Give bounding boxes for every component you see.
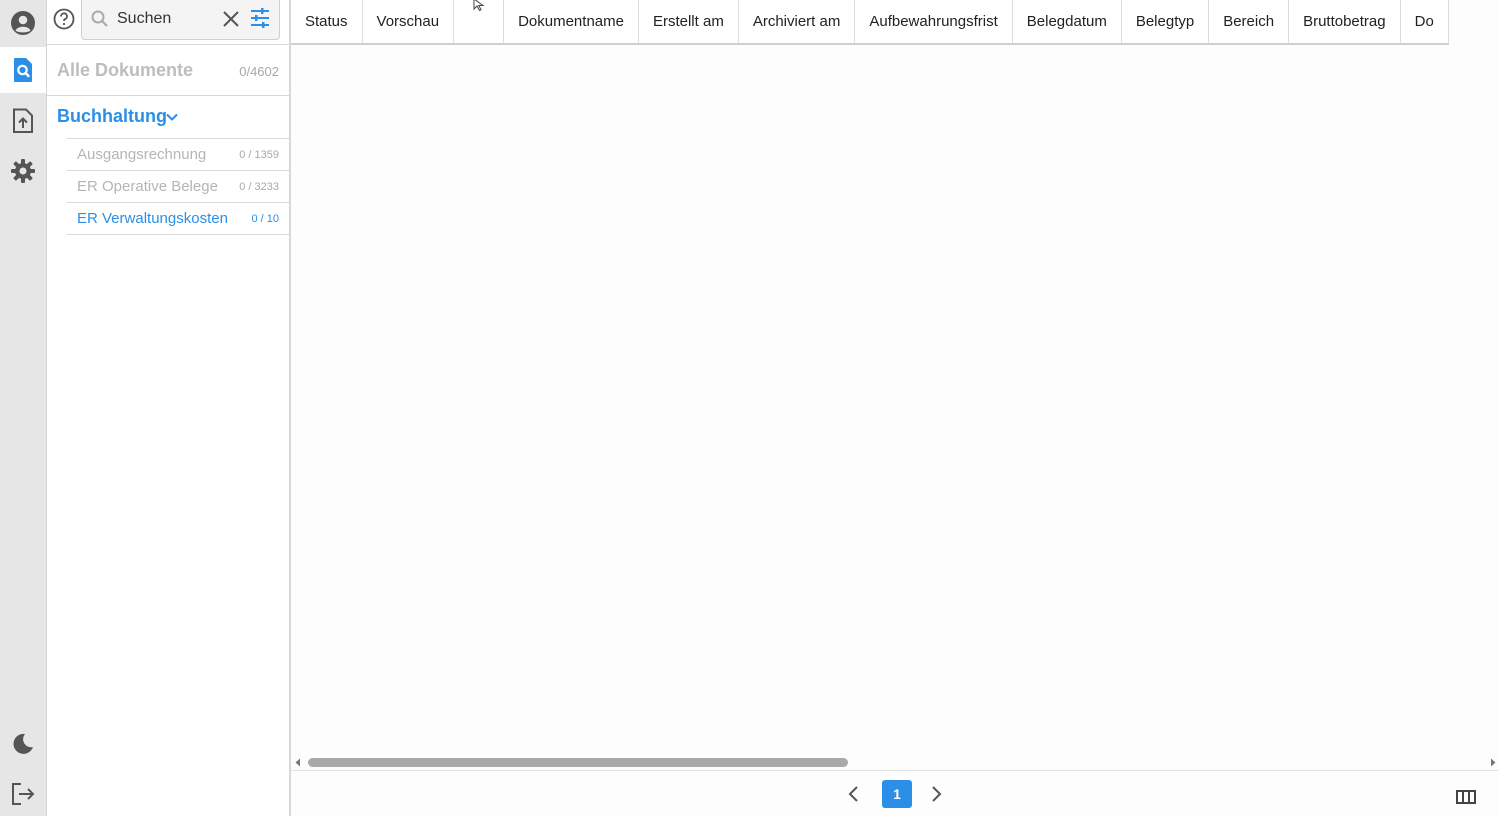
all-documents-label: Alle Dokumente — [57, 60, 194, 80]
column-header-status[interactable]: Status — [291, 0, 363, 43]
gear-icon — [11, 159, 35, 183]
sidebar-item-er-verwaltungskosten[interactable]: ER Verwaltungskosten 0 / 10 — [67, 203, 289, 235]
scrollbar-thumb[interactable] — [308, 758, 848, 767]
moon-icon — [13, 733, 34, 754]
sidebar-item-count: 0 / 1359 — [239, 149, 279, 161]
sidebar-item-label: ER Operative Belege — [77, 178, 218, 195]
logout-button[interactable] — [0, 771, 46, 817]
scroll-right-arrow-icon[interactable] — [1489, 758, 1497, 767]
sidebar-item-count: 0 / 3233 — [239, 181, 279, 193]
column-header-dokumentname[interactable]: Dokumentname — [504, 0, 639, 43]
search-icon — [91, 10, 108, 27]
all-documents-count: 0/4602 — [239, 64, 279, 79]
divider — [291, 770, 1498, 771]
document-search-icon — [14, 58, 32, 82]
column-header-aufbewahrungsfrist[interactable]: Aufbewahrungsfrist — [855, 0, 1013, 43]
group-buchhaltung-toggle[interactable]: Buchhaltung — [57, 106, 167, 127]
settings-nav[interactable] — [0, 148, 46, 194]
search-input[interactable] — [117, 8, 217, 30]
column-header-belegdatum[interactable]: Belegdatum — [1013, 0, 1122, 43]
sidebar-item-label: ER Verwaltungskosten — [77, 210, 228, 227]
filter-settings-icon[interactable] — [249, 7, 271, 29]
column-header-bereich[interactable]: Bereich — [1209, 0, 1290, 43]
scroll-left-arrow-icon[interactable] — [294, 758, 302, 767]
sidebar-item-count: 0 / 10 — [251, 213, 279, 225]
help-icon[interactable] — [52, 7, 76, 31]
user-circle-icon — [11, 11, 35, 35]
documents-search-nav[interactable] — [0, 47, 46, 93]
logout-icon — [12, 783, 35, 805]
sidebar: Alle Dokumente 0/4602 Buchhaltung Ausgan… — [47, 0, 291, 816]
column-header-bruttobetrag[interactable]: Bruttobetrag — [1289, 0, 1401, 43]
upload-nav[interactable] — [0, 98, 46, 144]
column-header-vorschau[interactable]: Vorschau — [363, 0, 455, 43]
column-header-belegtyp[interactable]: Belegtyp — [1122, 0, 1210, 43]
mouse-cursor-icon — [473, 0, 485, 12]
search-row — [47, 0, 289, 45]
column-header-do[interactable]: Do — [1401, 0, 1449, 43]
document-upload-icon — [13, 108, 33, 133]
all-documents-item[interactable]: Alle Dokumente 0/4602 — [47, 45, 289, 96]
chevron-right-icon[interactable] — [929, 784, 943, 804]
column-header-archiviert-am[interactable]: Archiviert am — [739, 0, 856, 43]
sidebar-item-er-operative-belege[interactable]: ER Operative Belege 0 / 3233 — [67, 171, 289, 203]
search-box — [81, 0, 280, 40]
pagination-current-page[interactable]: 1 — [882, 780, 912, 808]
user-account-button[interactable] — [0, 0, 46, 46]
chevron-left-icon[interactable] — [847, 784, 861, 804]
documents-table-area: Status Vorschau Dokumentname Erstellt am… — [291, 0, 1498, 816]
column-header-erstellt-am[interactable]: Erstellt am — [639, 0, 739, 43]
horizontal-scrollbar[interactable] — [291, 754, 1498, 770]
columns-icon[interactable] — [1456, 789, 1476, 805]
icon-rail — [0, 0, 47, 816]
dark-mode-toggle[interactable] — [0, 721, 46, 767]
table-header: Status Vorschau Dokumentname Erstellt am… — [291, 0, 1449, 45]
close-icon[interactable] — [221, 9, 241, 29]
sidebar-item-ausgangsrechnung[interactable]: Ausgangsrechnung 0 / 1359 — [67, 139, 289, 171]
chevron-down-icon[interactable] — [165, 110, 179, 124]
sidebar-item-label: Ausgangsrechnung — [77, 146, 207, 163]
